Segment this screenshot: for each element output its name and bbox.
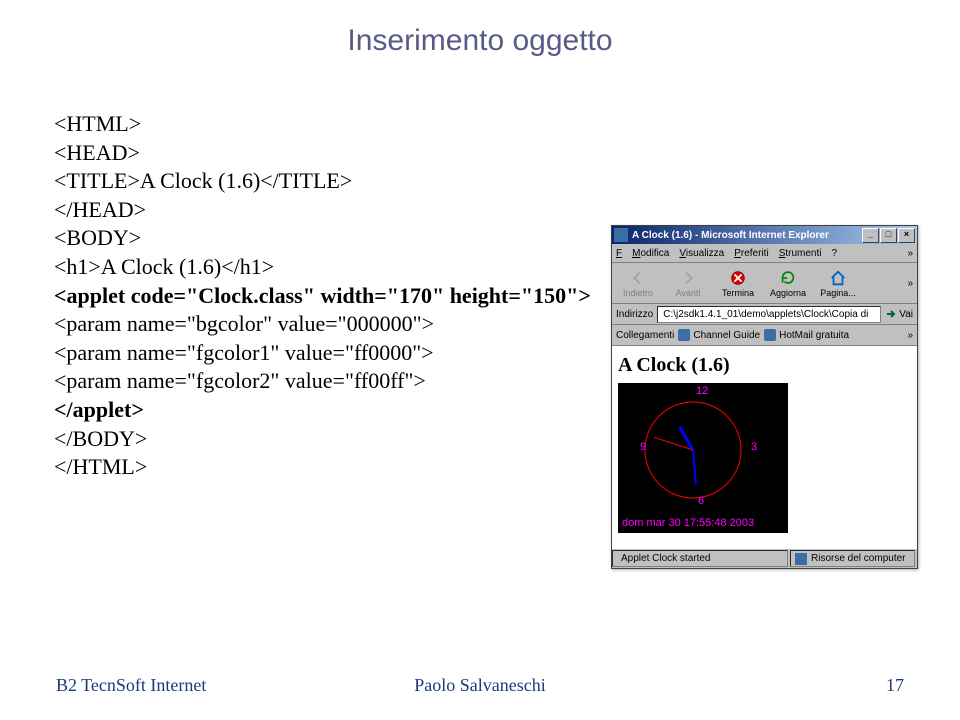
refresh-button[interactable]: Aggiorna xyxy=(766,269,810,298)
clock-num-12: 12 xyxy=(696,385,708,397)
go-button[interactable]: Vai xyxy=(885,308,913,320)
menubar: F Modifica Visualizza Preferiti Strument… xyxy=(612,244,917,263)
menu-tools[interactable]: Strumenti xyxy=(779,248,822,259)
code-line: </BODY> xyxy=(54,425,591,454)
go-arrow-icon xyxy=(885,308,897,320)
home-icon xyxy=(829,269,847,287)
stop-icon xyxy=(729,269,747,287)
back-arrow-icon xyxy=(629,269,647,287)
code-listing: <HTML> <HEAD> <TITLE>A Clock (1.6)</TITL… xyxy=(54,110,591,482)
code-line: <param name="fgcolor1" value="ff0000"> xyxy=(54,339,591,368)
forward-arrow-icon xyxy=(679,269,697,287)
menu-edit[interactable]: Modifica xyxy=(632,248,669,259)
maximize-button[interactable]: □ xyxy=(880,228,897,243)
code-line: </applet> xyxy=(54,396,591,425)
close-button[interactable]: × xyxy=(898,228,915,243)
ie-icon xyxy=(614,228,628,242)
menu-overflow-icon[interactable]: » xyxy=(907,248,913,259)
code-line: <param name="bgcolor" value="000000"> xyxy=(54,310,591,339)
address-label: Indirizzo xyxy=(616,309,653,320)
browser-window: A Clock (1.6) - Microsoft Internet Explo… xyxy=(611,225,918,569)
code-line: <h1>A Clock (1.6)</h1> xyxy=(54,253,591,282)
links-label: Collegamenti xyxy=(616,330,674,341)
link-hotmail[interactable]: HotMail gratuita xyxy=(764,329,849,341)
forward-button[interactable]: Avanti xyxy=(666,269,710,298)
status-text: Applet Clock started xyxy=(612,550,788,567)
clock-face xyxy=(638,395,748,505)
status-bar: Applet Clock started Risorse del compute… xyxy=(612,548,917,568)
minimize-button[interactable]: _ xyxy=(862,228,879,243)
refresh-icon xyxy=(779,269,797,287)
clock-applet: 12 3 6 9 dom mar 30 17:55:48 2003 xyxy=(618,383,788,533)
toolbar: Indietro Avanti Termina Aggiorna Pagina.… xyxy=(612,263,917,304)
code-line: <HEAD> xyxy=(54,139,591,168)
clock-date: dom mar 30 17:55:48 2003 xyxy=(622,517,754,529)
address-bar: Indirizzo C:\j2sdk1.4.1_01\demo\applets\… xyxy=(612,304,917,325)
content-heading: A Clock (1.6) xyxy=(618,354,911,377)
menu-file[interactable]: F xyxy=(616,248,622,259)
link-icon xyxy=(678,329,690,341)
zone-indicator: Risorse del computer xyxy=(790,550,915,567)
link-icon xyxy=(764,329,776,341)
code-line: <param name="fgcolor2" value="ff00ff"> xyxy=(54,367,591,396)
menu-help[interactable]: ? xyxy=(831,248,837,259)
code-line: <BODY> xyxy=(54,224,591,253)
computer-icon xyxy=(795,553,807,565)
stop-button[interactable]: Termina xyxy=(716,269,760,298)
menu-view[interactable]: Visualizza xyxy=(679,248,724,259)
code-line: </HTML> xyxy=(54,453,591,482)
slide-footer: B2 TecnSoft Internet Paolo Salvaneschi 1… xyxy=(0,675,960,696)
links-overflow-icon[interactable]: » xyxy=(907,330,913,341)
clock-num-3: 3 xyxy=(751,441,757,453)
code-line: <TITLE>A Clock (1.6)</TITLE> xyxy=(54,167,591,196)
home-button[interactable]: Pagina... xyxy=(816,269,860,298)
link-channel-guide[interactable]: Channel Guide xyxy=(678,329,760,341)
links-bar: Collegamenti Channel Guide HotMail gratu… xyxy=(612,325,917,346)
code-line: </HEAD> xyxy=(54,196,591,225)
toolbar-overflow-icon[interactable]: » xyxy=(907,278,913,289)
footer-left: B2 TecnSoft Internet xyxy=(56,675,206,696)
page-content: A Clock (1.6) 12 3 6 9 dom mar 30 17:55:… xyxy=(612,346,917,548)
menu-favorites[interactable]: Preferiti xyxy=(734,248,768,259)
page-title: Inserimento oggetto xyxy=(0,0,960,58)
window-title: A Clock (1.6) - Microsoft Internet Explo… xyxy=(632,230,829,241)
titlebar[interactable]: A Clock (1.6) - Microsoft Internet Explo… xyxy=(612,226,917,244)
code-line: <applet code="Clock.class" width="170" h… xyxy=(54,282,591,311)
code-line: <HTML> xyxy=(54,110,591,139)
back-button[interactable]: Indietro xyxy=(616,269,660,298)
footer-right: 17 xyxy=(886,675,904,696)
clock-num-9: 9 xyxy=(640,441,646,453)
url-input[interactable]: C:\j2sdk1.4.1_01\demo\applets\Clock\Copi… xyxy=(657,306,881,323)
clock-num-6: 6 xyxy=(698,495,704,507)
footer-center: Paolo Salvaneschi xyxy=(414,675,545,696)
